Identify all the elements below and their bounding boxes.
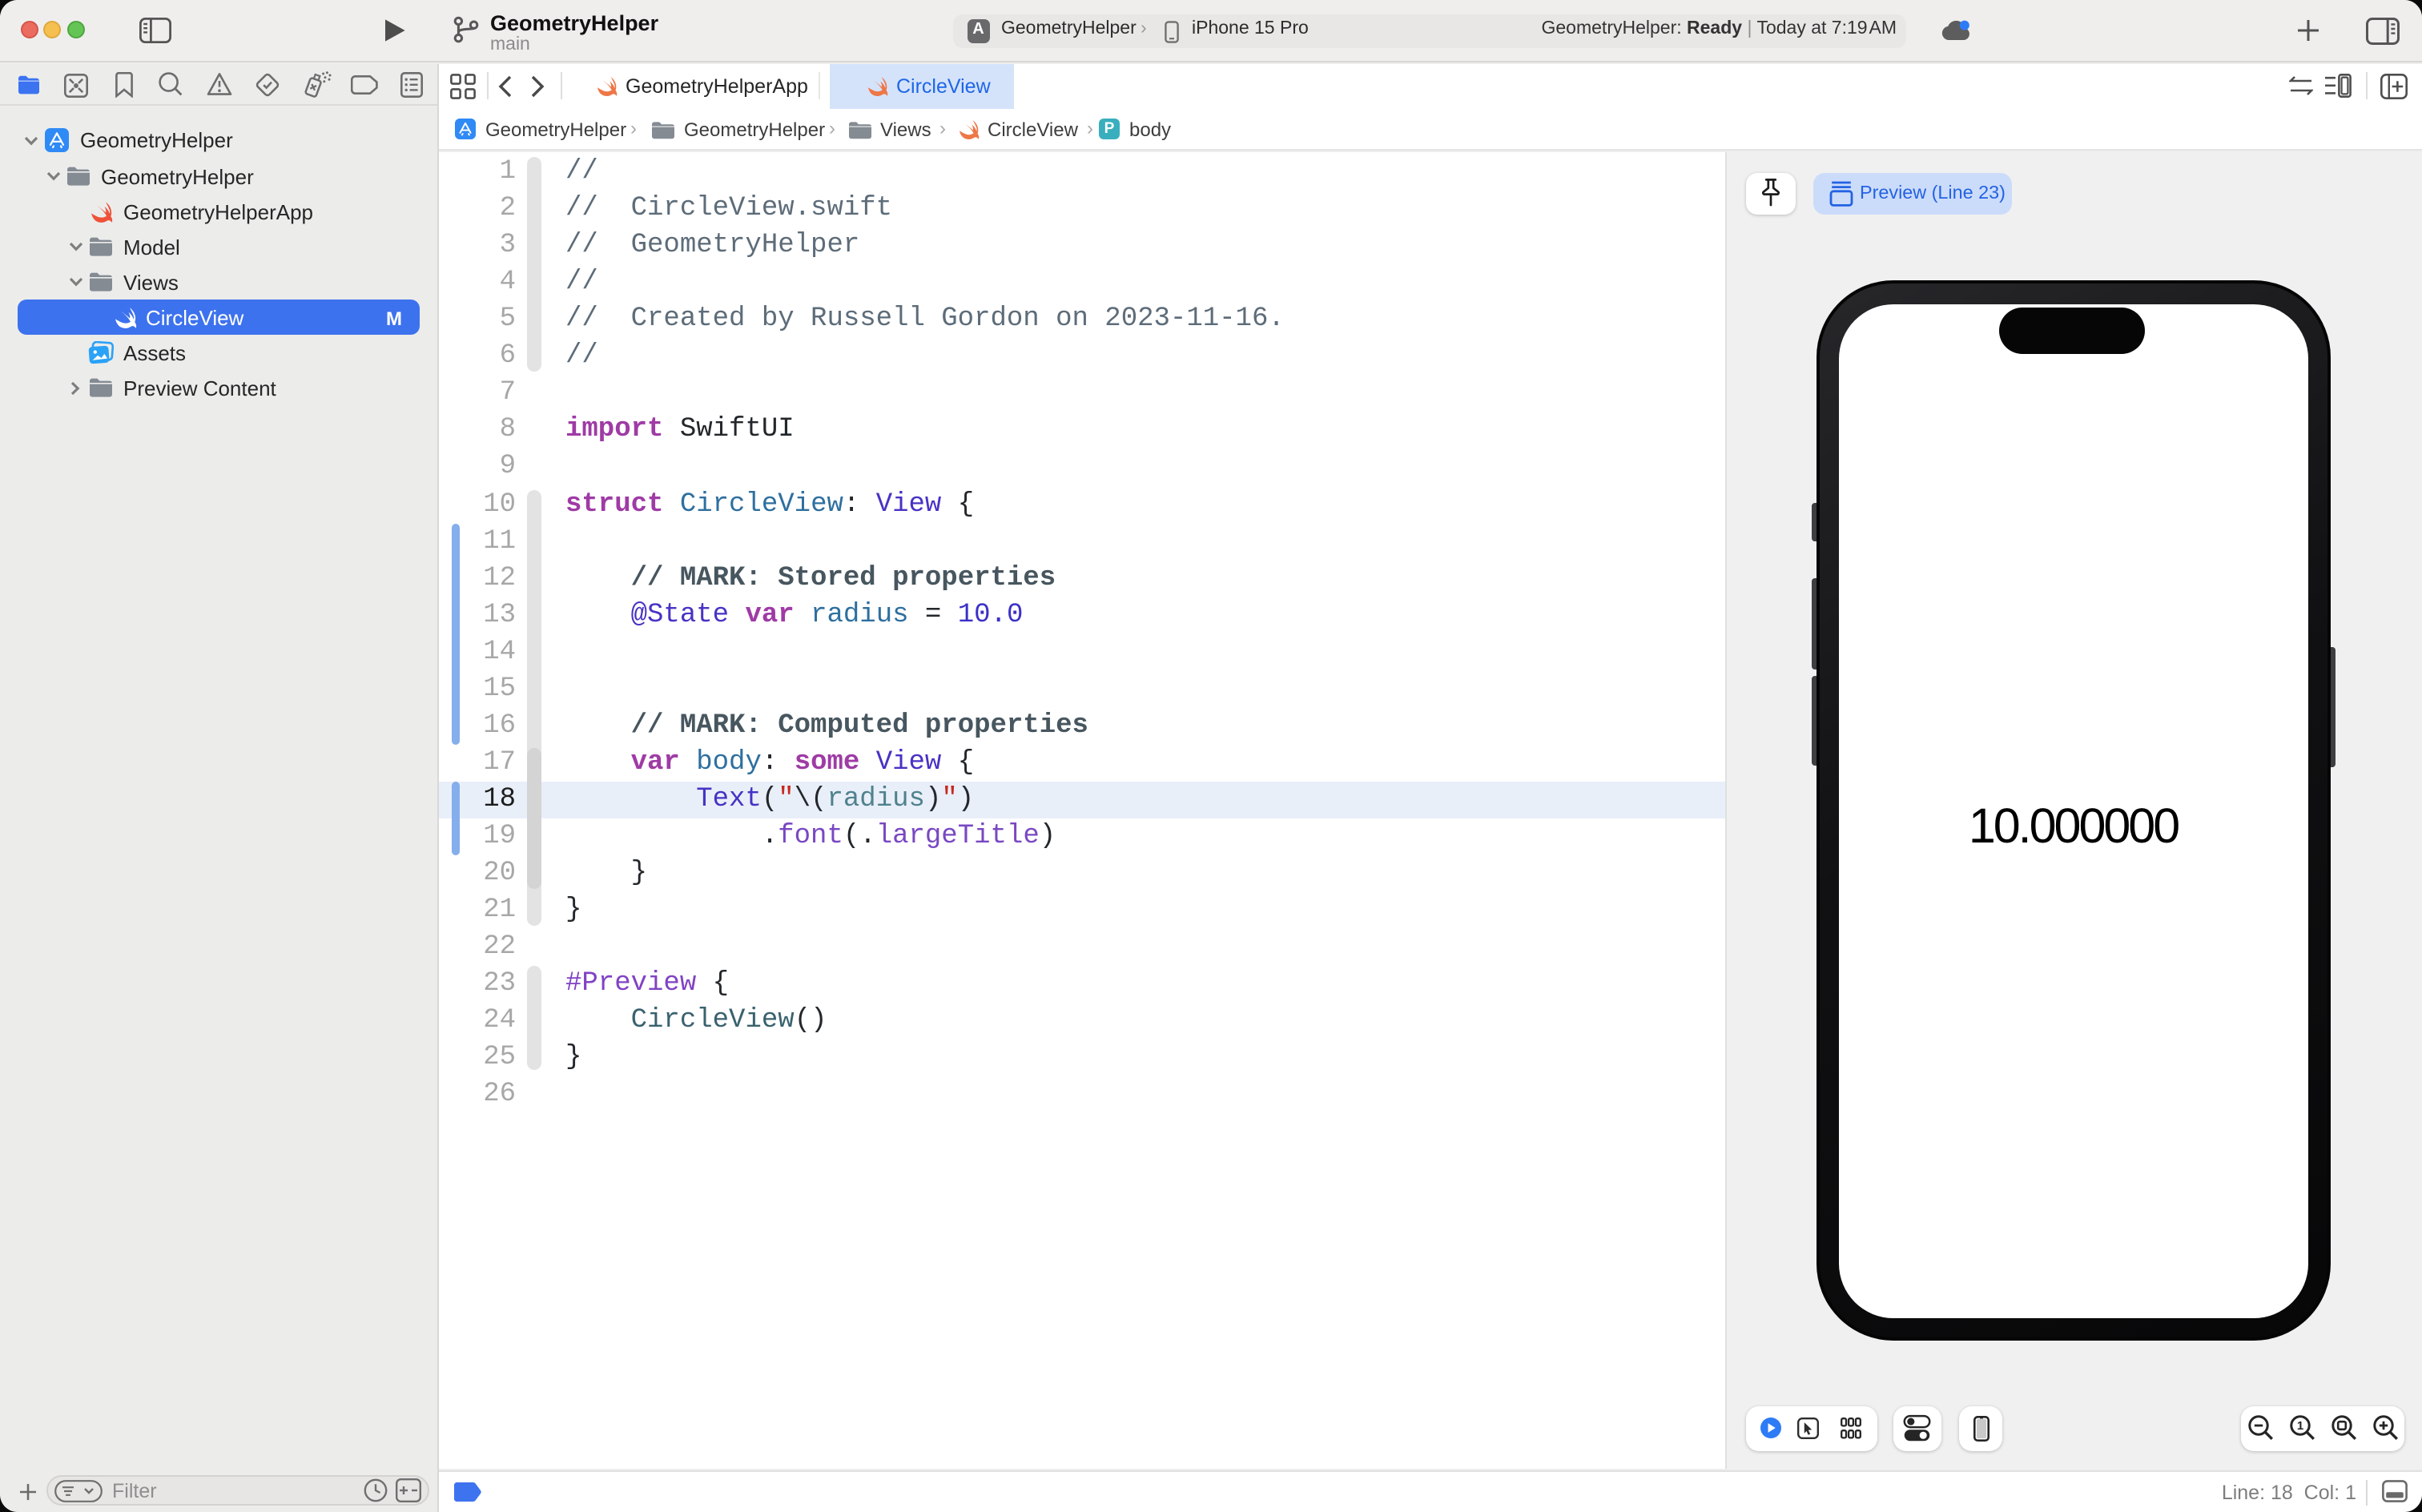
svg-text:1: 1	[2297, 1419, 2303, 1433]
